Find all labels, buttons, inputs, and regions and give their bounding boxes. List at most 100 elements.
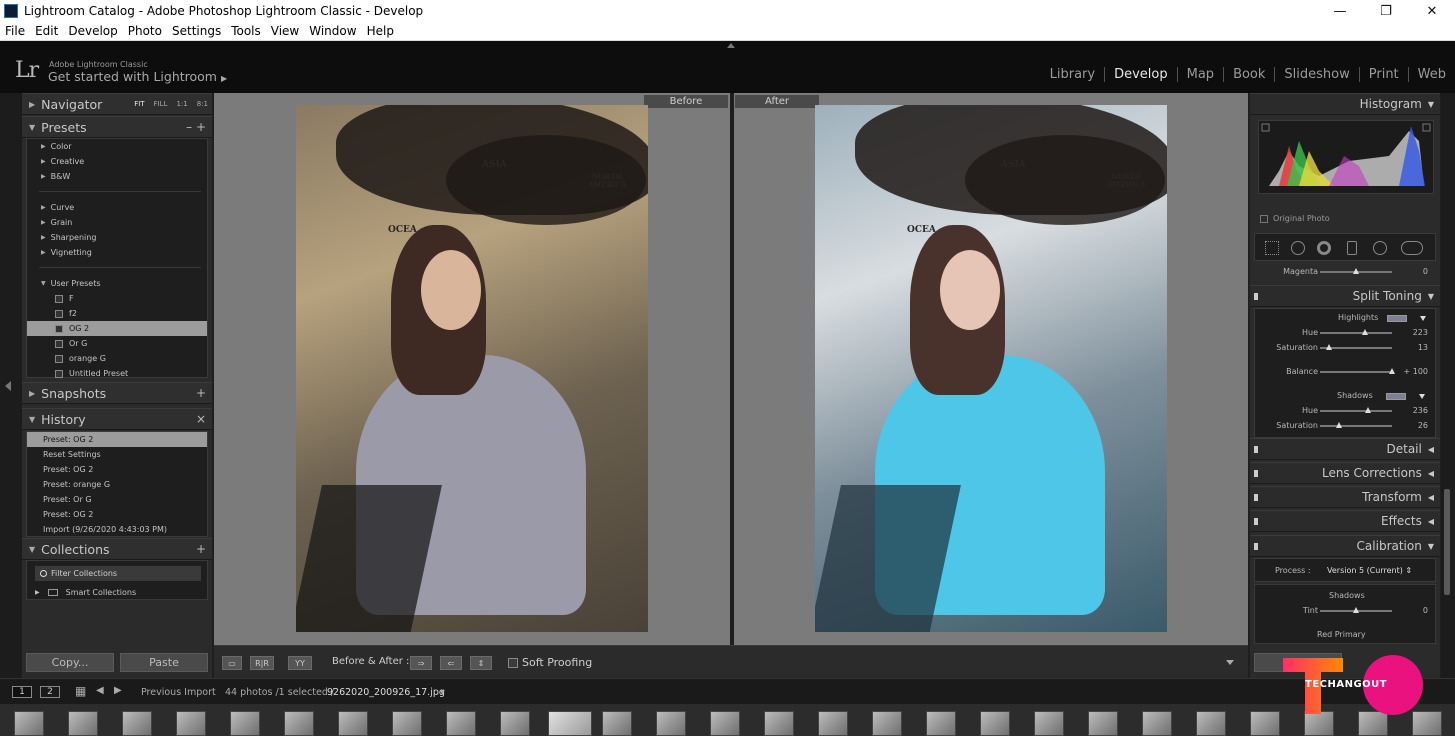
history-item[interactable]: Preset: orange G xyxy=(27,477,207,492)
panel-switch-icon[interactable] xyxy=(1254,518,1258,525)
detail-header[interactable]: Detail ◀ xyxy=(1250,438,1440,460)
panel-switch-icon[interactable] xyxy=(1254,446,1258,453)
menu-help[interactable]: Help xyxy=(362,24,399,38)
zoom-fill[interactable]: FILL xyxy=(154,100,168,108)
thumbnail[interactable] xyxy=(656,711,686,736)
transform-header[interactable]: Transform ◀ xyxy=(1250,486,1440,508)
lens-corrections-header[interactable]: Lens Corrections ◀ xyxy=(1250,462,1440,484)
preset-group[interactable]: ▶ Sharpening xyxy=(27,230,207,245)
preset-item[interactable]: Untitled Preset xyxy=(27,366,207,381)
slider-knob[interactable] xyxy=(1364,407,1371,413)
module-slideshow[interactable]: Slideshow xyxy=(1274,67,1358,82)
close-button[interactable]: ✕ xyxy=(1409,0,1455,22)
thumbnail[interactable] xyxy=(764,711,794,736)
panel-switch-icon[interactable] xyxy=(1254,293,1258,300)
process-select[interactable]: Version 5 (Current) ⇕ xyxy=(1327,566,1412,575)
slider-knob[interactable] xyxy=(1353,268,1359,274)
menu-view[interactable]: View xyxy=(266,24,304,38)
highlights-hue-slider[interactable]: Hue 223 xyxy=(1250,326,1440,340)
graduated-filter-icon[interactable] xyxy=(1347,241,1357,255)
history-item[interactable]: Import (9/26/2020 4:43:03 PM) xyxy=(27,522,207,537)
magenta-slider[interactable]: Magenta 0 xyxy=(1250,265,1440,279)
history-item[interactable]: Preset: Or G xyxy=(27,492,207,507)
module-book[interactable]: Book xyxy=(1223,67,1274,82)
thumbnail[interactable] xyxy=(818,711,848,736)
menu-tools[interactable]: Tools xyxy=(226,24,266,38)
thumbnail[interactable] xyxy=(872,711,902,736)
module-web[interactable]: Web xyxy=(1407,67,1455,82)
thumbnail[interactable] xyxy=(1142,711,1172,736)
left-collapse-arrow-icon[interactable] xyxy=(5,381,11,391)
menu-settings[interactable]: Settings xyxy=(167,24,226,38)
shadows-swatch[interactable] xyxy=(1386,393,1406,400)
copy-after-to-before-button[interactable]: ⇐ xyxy=(440,656,462,670)
snapshots-header[interactable]: ▶ Snapshots + xyxy=(22,382,212,404)
preset-item-selected[interactable]: OG 2 xyxy=(27,321,207,336)
thumbnail[interactable] xyxy=(68,711,98,736)
thumbnail-selected[interactable] xyxy=(548,711,592,736)
menu-file[interactable]: File xyxy=(0,24,30,38)
left-panel-strip[interactable] xyxy=(0,93,22,678)
copy-before-to-after-button[interactable]: ⇒ xyxy=(410,656,432,670)
maximize-button[interactable]: ❐ xyxy=(1363,0,1409,22)
slider-value[interactable]: 26 xyxy=(1418,421,1428,430)
copy-button[interactable]: Copy... xyxy=(26,653,114,672)
menu-develop[interactable]: Develop xyxy=(63,24,122,38)
thumbnail[interactable] xyxy=(176,711,206,736)
slider-value[interactable]: 0 xyxy=(1423,267,1428,276)
thumbnail[interactable] xyxy=(602,711,632,736)
presets-controls[interactable]: – + xyxy=(186,120,206,134)
highlights-picker-icon[interactable] xyxy=(1420,316,1426,321)
thumbnail[interactable] xyxy=(710,711,740,736)
thumbnail[interactable] xyxy=(392,711,422,736)
shadows-hue-slider[interactable]: Hue 236 xyxy=(1250,404,1440,418)
filmstrip[interactable] xyxy=(0,704,1455,736)
preset-item[interactable]: Or G xyxy=(27,336,207,351)
right-scrollbar[interactable] xyxy=(1441,93,1455,678)
slider-knob[interactable] xyxy=(1326,344,1333,350)
adjustment-brush-icon[interactable] xyxy=(1401,241,1423,255)
preset-group[interactable]: ▶ Grain xyxy=(27,215,207,230)
before-after-lr-button[interactable]: R|R xyxy=(250,656,274,670)
presets-header[interactable]: ▼ Presets – + xyxy=(22,116,212,138)
original-photo-toggle[interactable]: Original Photo xyxy=(1260,214,1330,223)
preset-group[interactable]: ▶ Color xyxy=(27,139,207,154)
calibration-header[interactable]: Calibration ▼ xyxy=(1250,535,1440,557)
tint-slider[interactable]: Tint 0 xyxy=(1250,604,1440,618)
history-item[interactable]: Reset Settings xyxy=(27,447,207,462)
add-snapshot-button[interactable]: + xyxy=(196,386,206,400)
thumbnail[interactable] xyxy=(1196,711,1226,736)
slider-knob[interactable] xyxy=(1361,329,1368,335)
slider-knob[interactable] xyxy=(1335,422,1342,428)
preset-group[interactable]: ▶ Creative xyxy=(27,154,207,169)
collapse-top-arrow-icon[interactable] xyxy=(727,43,735,48)
panel-switch-icon[interactable] xyxy=(1254,470,1258,477)
forward-arrow-icon[interactable]: ▶ xyxy=(114,685,122,696)
slider-value[interactable]: + 100 xyxy=(1403,367,1428,376)
slider-value[interactable]: 236 xyxy=(1413,406,1428,415)
collections-header[interactable]: ▼ Collections + xyxy=(22,538,212,560)
zoom-fit[interactable]: FIT xyxy=(134,100,144,108)
slider-track[interactable] xyxy=(1320,371,1392,373)
module-develop[interactable]: Develop xyxy=(1104,67,1177,82)
thumbnail[interactable] xyxy=(980,711,1010,736)
thumbnail[interactable] xyxy=(230,711,260,736)
before-after-view[interactable]: Before After ASIA NORTH AMERICA OCEA ASI… xyxy=(214,93,1248,645)
shadows-picker-icon[interactable] xyxy=(1419,394,1425,399)
slider-knob[interactable] xyxy=(1389,368,1395,374)
module-library[interactable]: Library xyxy=(1041,67,1104,82)
thumbnail[interactable] xyxy=(926,711,956,736)
crop-tool-icon[interactable] xyxy=(1265,241,1279,255)
preset-group[interactable]: ▶ B&W xyxy=(27,169,207,184)
balance-slider[interactable]: Balance + 100 xyxy=(1250,365,1440,379)
history-header[interactable]: ▼ History × xyxy=(22,408,212,430)
back-arrow-icon[interactable]: ◀ xyxy=(96,685,104,696)
scrollbar-thumb[interactable] xyxy=(1444,489,1450,595)
thumbnail[interactable] xyxy=(500,711,530,736)
thumbnail[interactable] xyxy=(1088,711,1118,736)
histogram-header[interactable]: Histogram ▼ xyxy=(1250,93,1440,115)
panel-switch-icon[interactable] xyxy=(1254,543,1258,550)
preset-item[interactable]: F xyxy=(27,291,207,306)
shadows-saturation-slider[interactable]: Saturation 26 xyxy=(1250,419,1440,433)
slider-track[interactable] xyxy=(1320,425,1392,427)
